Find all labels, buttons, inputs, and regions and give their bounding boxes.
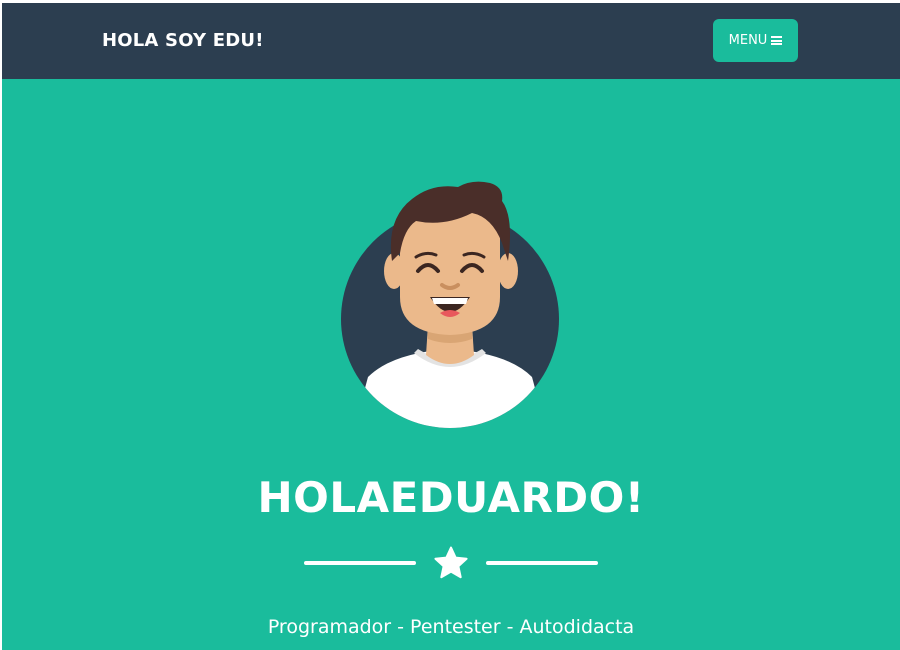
divider-line-left xyxy=(304,561,416,565)
star-icon xyxy=(434,546,468,579)
menu-button-label: MENU xyxy=(728,33,768,48)
page: HOLA SOY EDU! MENU HOLAEDUARDO! Programa… xyxy=(0,0,900,650)
hero-section: HOLAEDUARDO! Programador - Pentester - A… xyxy=(2,79,900,650)
star-divider xyxy=(304,545,598,581)
avatar-illustration xyxy=(341,181,559,428)
menu-button[interactable]: MENU xyxy=(713,19,798,62)
hero-title: HOLAEDUARDO! xyxy=(257,473,645,522)
navbar: HOLA SOY EDU! MENU xyxy=(2,3,900,79)
divider-line-right xyxy=(486,561,598,565)
hero-subtitle: Programador - Pentester - Autodidacta xyxy=(267,616,635,638)
brand-link[interactable]: HOLA SOY EDU! xyxy=(102,30,264,51)
hamburger-icon xyxy=(771,36,783,45)
